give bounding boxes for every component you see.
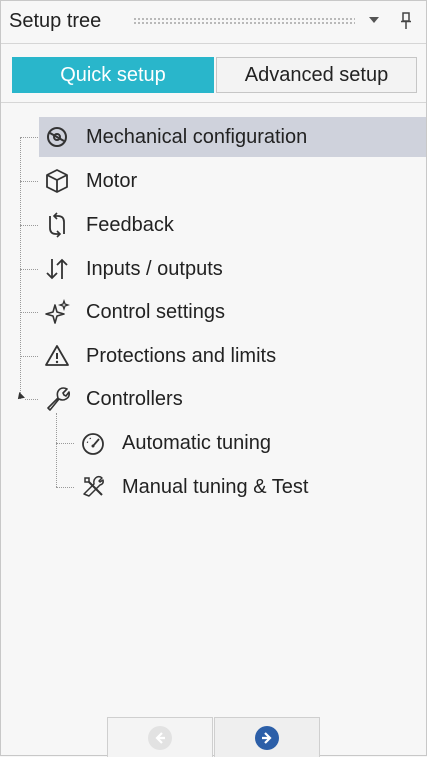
panel-titlebar: Setup tree: [1, 1, 426, 44]
tree-item-motor[interactable]: Motor: [44, 161, 137, 201]
tree-connector: [56, 413, 57, 487]
tree-connector: [20, 225, 38, 226]
tree-item-label: Protections and limits: [86, 344, 277, 367]
wrench-icon: [44, 386, 70, 412]
tree-item-control-settings[interactable]: Control settings: [44, 292, 225, 332]
tree-connector: [20, 356, 38, 357]
tree-connector: [56, 487, 74, 488]
chevron-down-icon[interactable]: [369, 17, 379, 23]
tree-item-label: Control settings: [86, 300, 225, 323]
tree-connector: [20, 269, 38, 270]
tree-item-inputs-outputs[interactable]: Inputs / outputs: [44, 249, 223, 289]
tree-item-controllers[interactable]: Controllers: [44, 379, 183, 419]
arrow-right-icon: [255, 725, 279, 750]
cube-icon: [44, 168, 70, 194]
up-down-arrows-icon: [44, 256, 70, 282]
tree-item-protections-and-limits[interactable]: Protections and limits: [44, 336, 276, 376]
tree-connector: [20, 312, 38, 313]
next-button[interactable]: [214, 717, 320, 757]
tree-item-label: Feedback: [86, 213, 174, 236]
tree-connector: [25, 399, 38, 400]
sparkle-icon: [44, 299, 70, 325]
warning-triangle-icon: [44, 343, 70, 369]
feedback-loop-icon: [44, 212, 70, 238]
tree-item-automatic-tuning[interactable]: Automatic tuning: [80, 423, 271, 463]
tree-connector: [56, 443, 74, 444]
collapse-toggle-icon[interactable]: [15, 392, 25, 402]
navigation-footer: [1, 717, 426, 757]
tab-advanced-setup[interactable]: Advanced setup: [216, 57, 417, 93]
tree-item-label: Inputs / outputs: [86, 257, 223, 280]
gauge-icon: [80, 430, 106, 456]
setup-tree: Mechanical configuration Motor Feedback …: [1, 103, 426, 703]
setup-tree-panel: Setup tree Quick setup Advanced setup Me…: [0, 0, 427, 757]
tab-quick-setup[interactable]: Quick setup: [12, 57, 214, 93]
panel-title: Setup tree: [9, 10, 102, 32]
drag-grip[interactable]: [133, 17, 355, 26]
tree-item-manual-tuning-test[interactable]: Manual tuning & Test: [80, 467, 308, 507]
tree-item-label: Automatic tuning: [122, 431, 271, 454]
tree-item-label: Controllers: [86, 387, 183, 410]
tree-item-label: Motor: [86, 169, 138, 192]
pin-icon[interactable]: [399, 12, 413, 30]
tree-connector: [20, 137, 38, 138]
setup-mode-tabs: Quick setup Advanced setup: [1, 44, 426, 103]
tools-icon: [80, 474, 106, 500]
tree-item-label: Mechanical configuration: [86, 125, 308, 148]
arrow-left-icon: [148, 725, 172, 750]
back-button[interactable]: [107, 717, 213, 757]
tree-item-label: Manual tuning & Test: [122, 475, 309, 498]
gear-mechanics-icon: [44, 124, 70, 150]
tree-connector: [20, 181, 38, 182]
tree-item-mechanical-configuration[interactable]: Mechanical configuration: [39, 117, 426, 157]
tree-connector: [20, 137, 21, 399]
tree-item-feedback[interactable]: Feedback: [44, 205, 174, 245]
